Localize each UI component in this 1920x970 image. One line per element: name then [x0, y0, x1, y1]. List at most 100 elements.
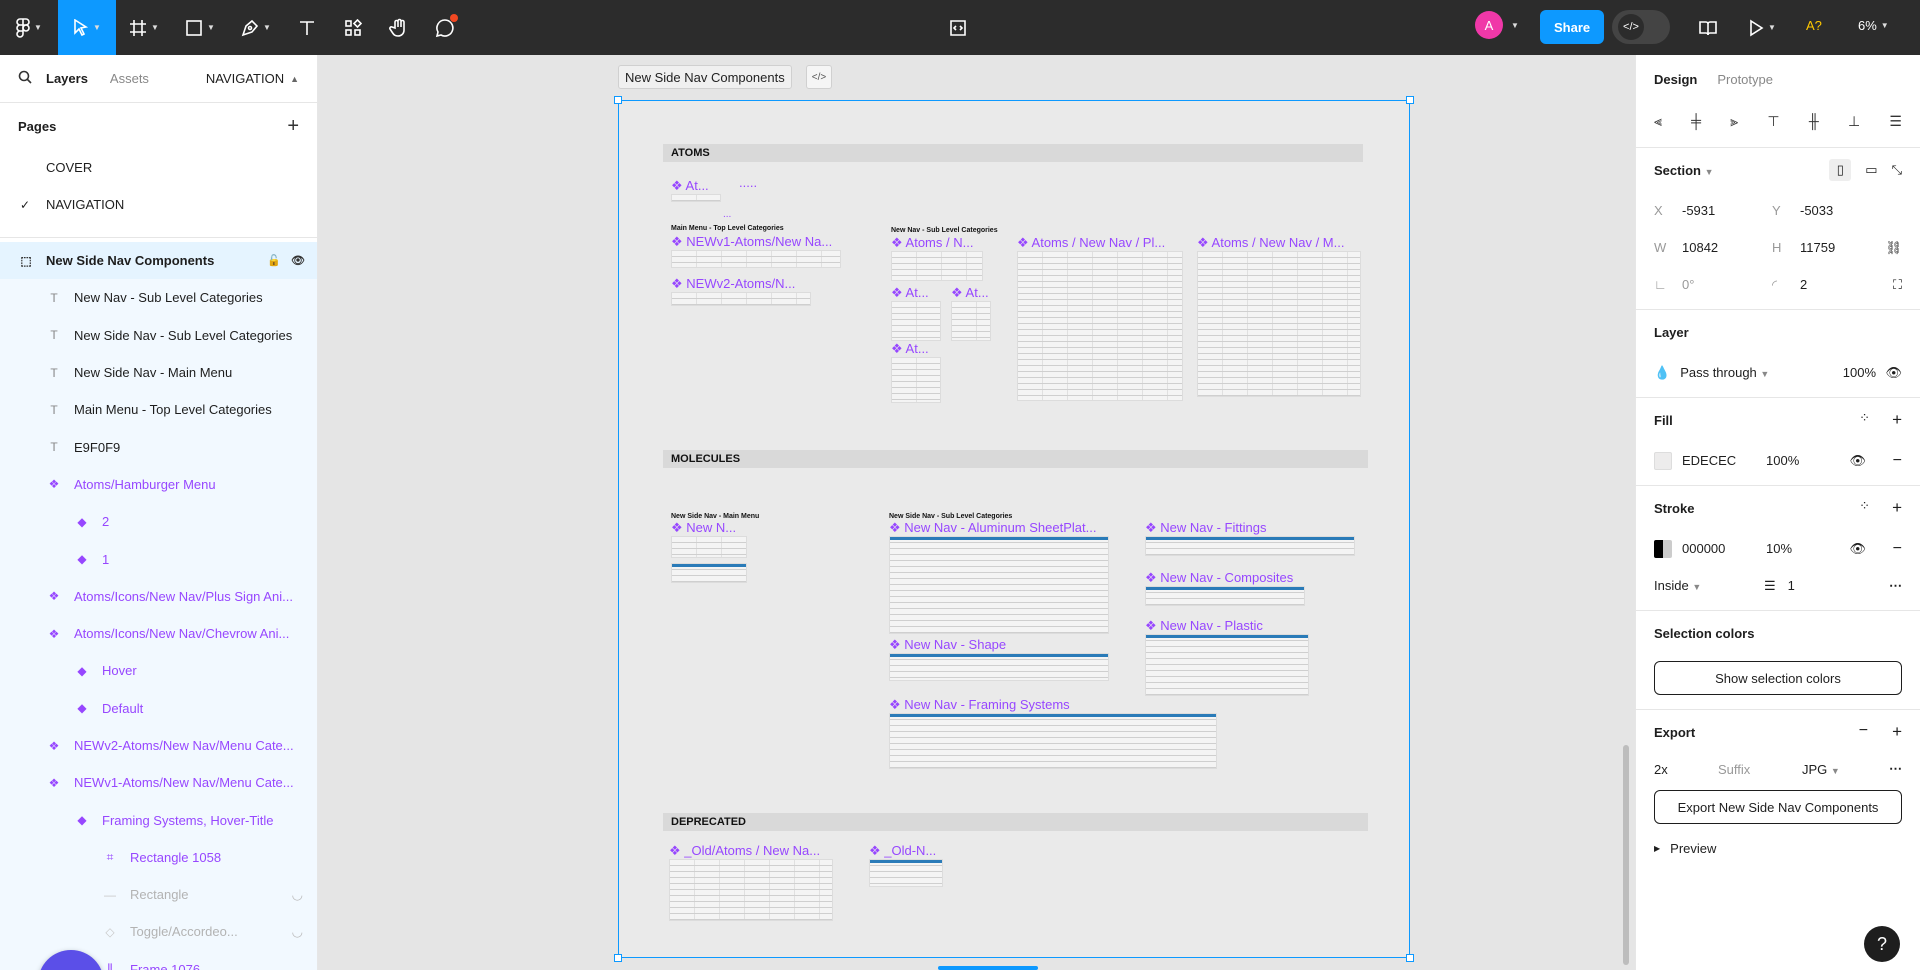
hidden-eye-icon[interactable]: ◡	[292, 924, 303, 940]
component-label[interactable]: ❖ New Nav - Framing Systems	[889, 697, 1070, 713]
main-menu-button[interactable]: ▼	[0, 0, 58, 55]
layer-row[interactable]: ❖ Atoms/Icons/New Nav/Plus Sign Ani...	[0, 577, 317, 615]
canvas[interactable]: New Side Nav Components </> ATOMS ❖ At..…	[318, 55, 1635, 970]
layer-row[interactable]: ◆ Default	[0, 689, 317, 727]
align-middle-vertical-icon[interactable]: ╫	[1809, 113, 1819, 129]
zoom-menu[interactable]: 6% ▼	[1858, 18, 1889, 33]
component-thumbnail[interactable]	[889, 713, 1217, 769]
page-switcher[interactable]: NAVIGATION ▲	[206, 71, 299, 86]
component-thumbnail[interactable]	[669, 859, 833, 921]
layer-row[interactable]: T E9F0F9	[0, 428, 317, 466]
resize-handle[interactable]	[1406, 96, 1414, 104]
distribute-icon[interactable]: ☰	[1889, 113, 1902, 130]
library-button[interactable]	[1690, 0, 1726, 55]
section-frame[interactable]: ATOMS ❖ At... ..... ... Main Menu - Top …	[614, 96, 1414, 962]
export-format-dropdown[interactable]: JPG ▼	[1802, 762, 1840, 777]
component-label[interactable]: ❖ Atoms / New Nav / M...	[1197, 235, 1344, 251]
align-top-icon[interactable]: ⊤	[1767, 113, 1779, 130]
component-label[interactable]: .....	[739, 175, 757, 190]
stroke-swatch[interactable]	[1654, 539, 1672, 558]
help-button[interactable]: ?	[1864, 926, 1900, 962]
add-page-plus-icon[interactable]: +	[287, 115, 299, 138]
add-fill-plus-icon[interactable]: +	[1892, 410, 1902, 430]
eye-icon[interactable]: 👁	[291, 254, 305, 267]
search-icon[interactable]	[18, 70, 32, 87]
component-thumbnail[interactable]	[1017, 251, 1183, 401]
fill-opacity-input[interactable]: 100%	[1766, 453, 1799, 468]
show-selection-colors-button[interactable]: Show selection colors	[1654, 661, 1902, 695]
frame-tool-button[interactable]: ▼	[116, 0, 172, 55]
component-label[interactable]: ❖ At...	[891, 285, 929, 301]
remove-export-minus-icon[interactable]: −	[1859, 722, 1868, 742]
component-label[interactable]: ❖ New Nav - Shape	[889, 637, 1006, 653]
resize-handle[interactable]	[614, 96, 622, 104]
component-label[interactable]: ❖ At...	[951, 285, 989, 301]
component-label[interactable]: ❖ New Nav - Aluminum SheetPlat...	[889, 520, 1096, 536]
dev-frame-button[interactable]	[940, 0, 976, 55]
avatar[interactable]: A	[1475, 11, 1503, 39]
frame-title-label[interactable]: New Side Nav Components	[618, 65, 792, 89]
component-thumbnail[interactable]	[891, 301, 941, 341]
resize-handle[interactable]	[1406, 954, 1414, 962]
blend-mode-dropdown[interactable]: Pass through ▼	[1680, 365, 1810, 380]
component-label[interactable]: ❖ At...	[891, 341, 929, 357]
component-thumbnail[interactable]	[1145, 634, 1309, 696]
component-thumbnail[interactable]	[891, 357, 941, 403]
component-thumbnail[interactable]	[889, 653, 1109, 681]
rotation-input[interactable]: 0°	[1682, 277, 1772, 292]
present-button[interactable]: ▼	[1738, 0, 1786, 55]
add-stroke-plus-icon[interactable]: +	[1892, 498, 1902, 518]
layer-row[interactable]: T New Side Nav - Main Menu	[0, 353, 317, 392]
layer-row[interactable]: ⌗ Rectangle 1058	[0, 838, 317, 877]
layer-row[interactable]: ◆ Framing Systems, Hover-Title	[0, 801, 317, 839]
layer-row[interactable]: ❖ Atoms/Icons/New Nav/Chevrow Ani...	[0, 614, 317, 653]
tab-layers[interactable]: Layers	[46, 71, 88, 86]
move-tool-button[interactable]: ▼	[58, 0, 116, 55]
layer-row[interactable]: T New Side Nav - Sub Level Categories	[0, 316, 317, 354]
section-type-dropdown[interactable]: Section ▼	[1654, 163, 1714, 178]
remove-stroke-minus-icon[interactable]: −	[1893, 540, 1902, 558]
component-label[interactable]: ❖ NEWv1-Atoms/New Na...	[671, 234, 832, 250]
multiplayer-avatars[interactable]: A ▼	[1475, 11, 1519, 39]
tab-assets[interactable]: Assets	[110, 71, 149, 86]
layer-row[interactable]: ◆ 2	[0, 503, 317, 541]
stroke-position-dropdown[interactable]: Inside ▼	[1654, 578, 1764, 593]
component-label[interactable]: ❖ At...	[671, 178, 709, 194]
vertical-scrollbar[interactable]	[1623, 745, 1629, 965]
layer-opacity-input[interactable]: 100%	[1843, 365, 1876, 380]
layer-row[interactable]: T Main Menu - Top Level Categories	[0, 391, 317, 429]
component-thumbnail[interactable]	[951, 301, 991, 341]
accessibility-badge[interactable]: A?	[1806, 18, 1822, 33]
eye-icon[interactable]: 👁	[1849, 541, 1866, 557]
layer-row[interactable]: ❖ NEWv1-Atoms/New Nav/Menu Cate...	[0, 764, 317, 802]
component-label[interactable]: ...	[723, 209, 731, 220]
page-item[interactable]: COVER	[0, 149, 317, 186]
layer-row[interactable]: ◇ Toggle/Accordeo... ◡	[0, 913, 317, 951]
shape-tool-button[interactable]: ▼	[172, 0, 228, 55]
layer-row[interactable]: ⬚ New Side Nav Components 🔓 👁	[0, 242, 317, 280]
component-thumbnail[interactable]	[671, 292, 811, 306]
stroke-weight-input[interactable]: 1	[1788, 578, 1795, 593]
export-button[interactable]: Export New Side Nav Components	[1654, 790, 1902, 824]
dev-mode-toggle[interactable]: </>	[1612, 10, 1670, 44]
tab-prototype[interactable]: Prototype	[1717, 72, 1773, 87]
eye-icon[interactable]: 👁	[1885, 365, 1902, 381]
align-left-icon[interactable]: ⫷	[1654, 113, 1662, 130]
resources-tool-button[interactable]	[330, 0, 376, 55]
component-thumbnail[interactable]	[891, 251, 983, 281]
layer-row[interactable]: ❖ Atoms/Hamburger Menu	[0, 465, 317, 504]
align-right-icon[interactable]: ⫸	[1730, 113, 1738, 130]
add-export-plus-icon[interactable]: +	[1892, 722, 1902, 742]
align-bottom-icon[interactable]: ⊥	[1848, 113, 1860, 130]
hand-tool-button[interactable]	[376, 0, 422, 55]
component-thumbnail[interactable]	[1197, 251, 1361, 397]
style-grid-icon[interactable]: ⁘	[1859, 498, 1870, 518]
component-label[interactable]: ❖ Atoms / N...	[891, 235, 973, 251]
layer-row[interactable]: T New Nav - Sub Level Categories	[0, 279, 317, 317]
frame-dev-icon[interactable]: </>	[806, 65, 832, 89]
component-thumbnail[interactable]	[671, 536, 747, 558]
hidden-eye-icon[interactable]: ◡	[292, 887, 303, 903]
remove-fill-minus-icon[interactable]: −	[1893, 452, 1902, 470]
export-scale-input[interactable]: 2x	[1654, 762, 1718, 777]
component-thumbnail[interactable]	[1145, 536, 1355, 556]
